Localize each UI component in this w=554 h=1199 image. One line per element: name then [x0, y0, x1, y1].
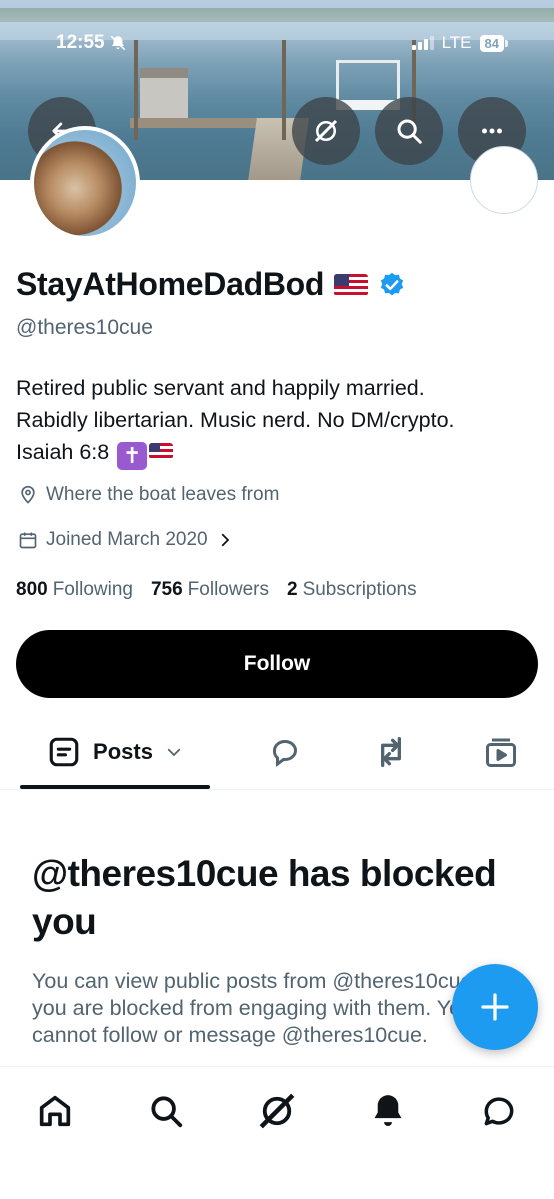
followers-link[interactable]: 756 Followers [151, 579, 269, 601]
signal-icon [411, 36, 434, 50]
status-time-text: 12:55 [56, 32, 105, 53]
follow-button[interactable]: Follow [16, 630, 538, 698]
following-link[interactable]: 800 Following [16, 579, 133, 601]
nav-home[interactable] [31, 1087, 79, 1135]
calendar-icon [19, 532, 37, 549]
us-flag-icon [149, 443, 174, 459]
tab-replies[interactable] [250, 716, 320, 788]
grok-icon [259, 1093, 295, 1129]
bio-line-3: Isaiah 6:8 ✝ [16, 436, 546, 470]
status-right: LTE 84 [411, 28, 508, 58]
search-button[interactable] [375, 97, 443, 165]
battery-level: 84 [479, 34, 504, 52]
location-text: Where the boat leaves from [46, 484, 280, 505]
bell-icon [374, 1095, 402, 1127]
bio-verse: Isaiah 6:8 [16, 440, 110, 464]
blocked-title: @theres10cue has blocked you [32, 853, 497, 942]
profile-handle: @theres10cue [16, 316, 153, 339]
tab-posts-label: Posts [93, 739, 153, 764]
followers-label: Followers [187, 579, 269, 600]
profile-joined[interactable]: Joined March 2020 [18, 529, 234, 551]
media-icon [486, 738, 516, 767]
verified-badge-icon[interactable] [378, 271, 406, 299]
plus-icon [481, 993, 509, 1021]
location-icon [21, 485, 35, 504]
bio-line: Retired public servant and happily marri… [16, 376, 425, 400]
following-count: 800 [16, 579, 48, 600]
cross-emoji-icon: ✝ [117, 442, 148, 470]
subscriptions-count: 2 [286, 579, 298, 600]
compose-post-button[interactable] [452, 964, 538, 1050]
profile-tabs: Posts [0, 716, 554, 790]
profile-bio: Retired public servant and happily marri… [16, 372, 546, 470]
tab-reposts[interactable] [356, 716, 426, 788]
nav-grok[interactable] [253, 1087, 301, 1135]
avatar[interactable] [30, 126, 140, 240]
subscriptions-link[interactable]: 2 Subscriptions [287, 579, 417, 601]
notifications-subscribe-button[interactable] [470, 146, 538, 214]
nav-search[interactable] [142, 1087, 190, 1135]
home-icon [39, 1095, 71, 1127]
profile-name-row: StayAtHomeDadBod [16, 266, 406, 303]
search-icon [397, 119, 422, 144]
followers-count: 756 [150, 579, 183, 600]
reply-icon [273, 740, 297, 767]
more-icon [482, 128, 502, 134]
battery-icon: 84 [479, 34, 508, 52]
posts-icon [49, 737, 79, 767]
grok-button[interactable] [292, 97, 360, 165]
profile-stats: 800 Following 756 Followers 2 Subscriptions [16, 579, 417, 601]
chevron-down-icon [167, 748, 181, 757]
us-flag-icon [334, 273, 369, 296]
repost-icon [381, 737, 401, 767]
chevron-right-icon [221, 533, 229, 547]
display-name: StayAtHomeDadBod [16, 266, 325, 302]
bio-line: Rabidly libertarian. Music nerd. No DM/c… [16, 408, 455, 432]
subscriptions-label: Subscriptions [302, 579, 417, 600]
joined-text: Joined March 2020 [46, 529, 208, 550]
bottom-navigation [0, 1066, 554, 1199]
following-label: Following [52, 579, 133, 600]
network-label: LTE [441, 33, 472, 52]
tab-posts[interactable]: Posts [20, 716, 210, 789]
messages-icon [484, 1097, 514, 1126]
search-icon [151, 1096, 183, 1128]
status-time: 12:55 [56, 28, 127, 58]
nav-messages[interactable] [475, 1087, 523, 1135]
nav-notifications[interactable] [364, 1087, 412, 1135]
tab-media[interactable] [466, 716, 536, 788]
grok-icon [314, 119, 338, 143]
mute-bell-icon [110, 35, 125, 51]
profile-location: Where the boat leaves from [18, 484, 279, 506]
